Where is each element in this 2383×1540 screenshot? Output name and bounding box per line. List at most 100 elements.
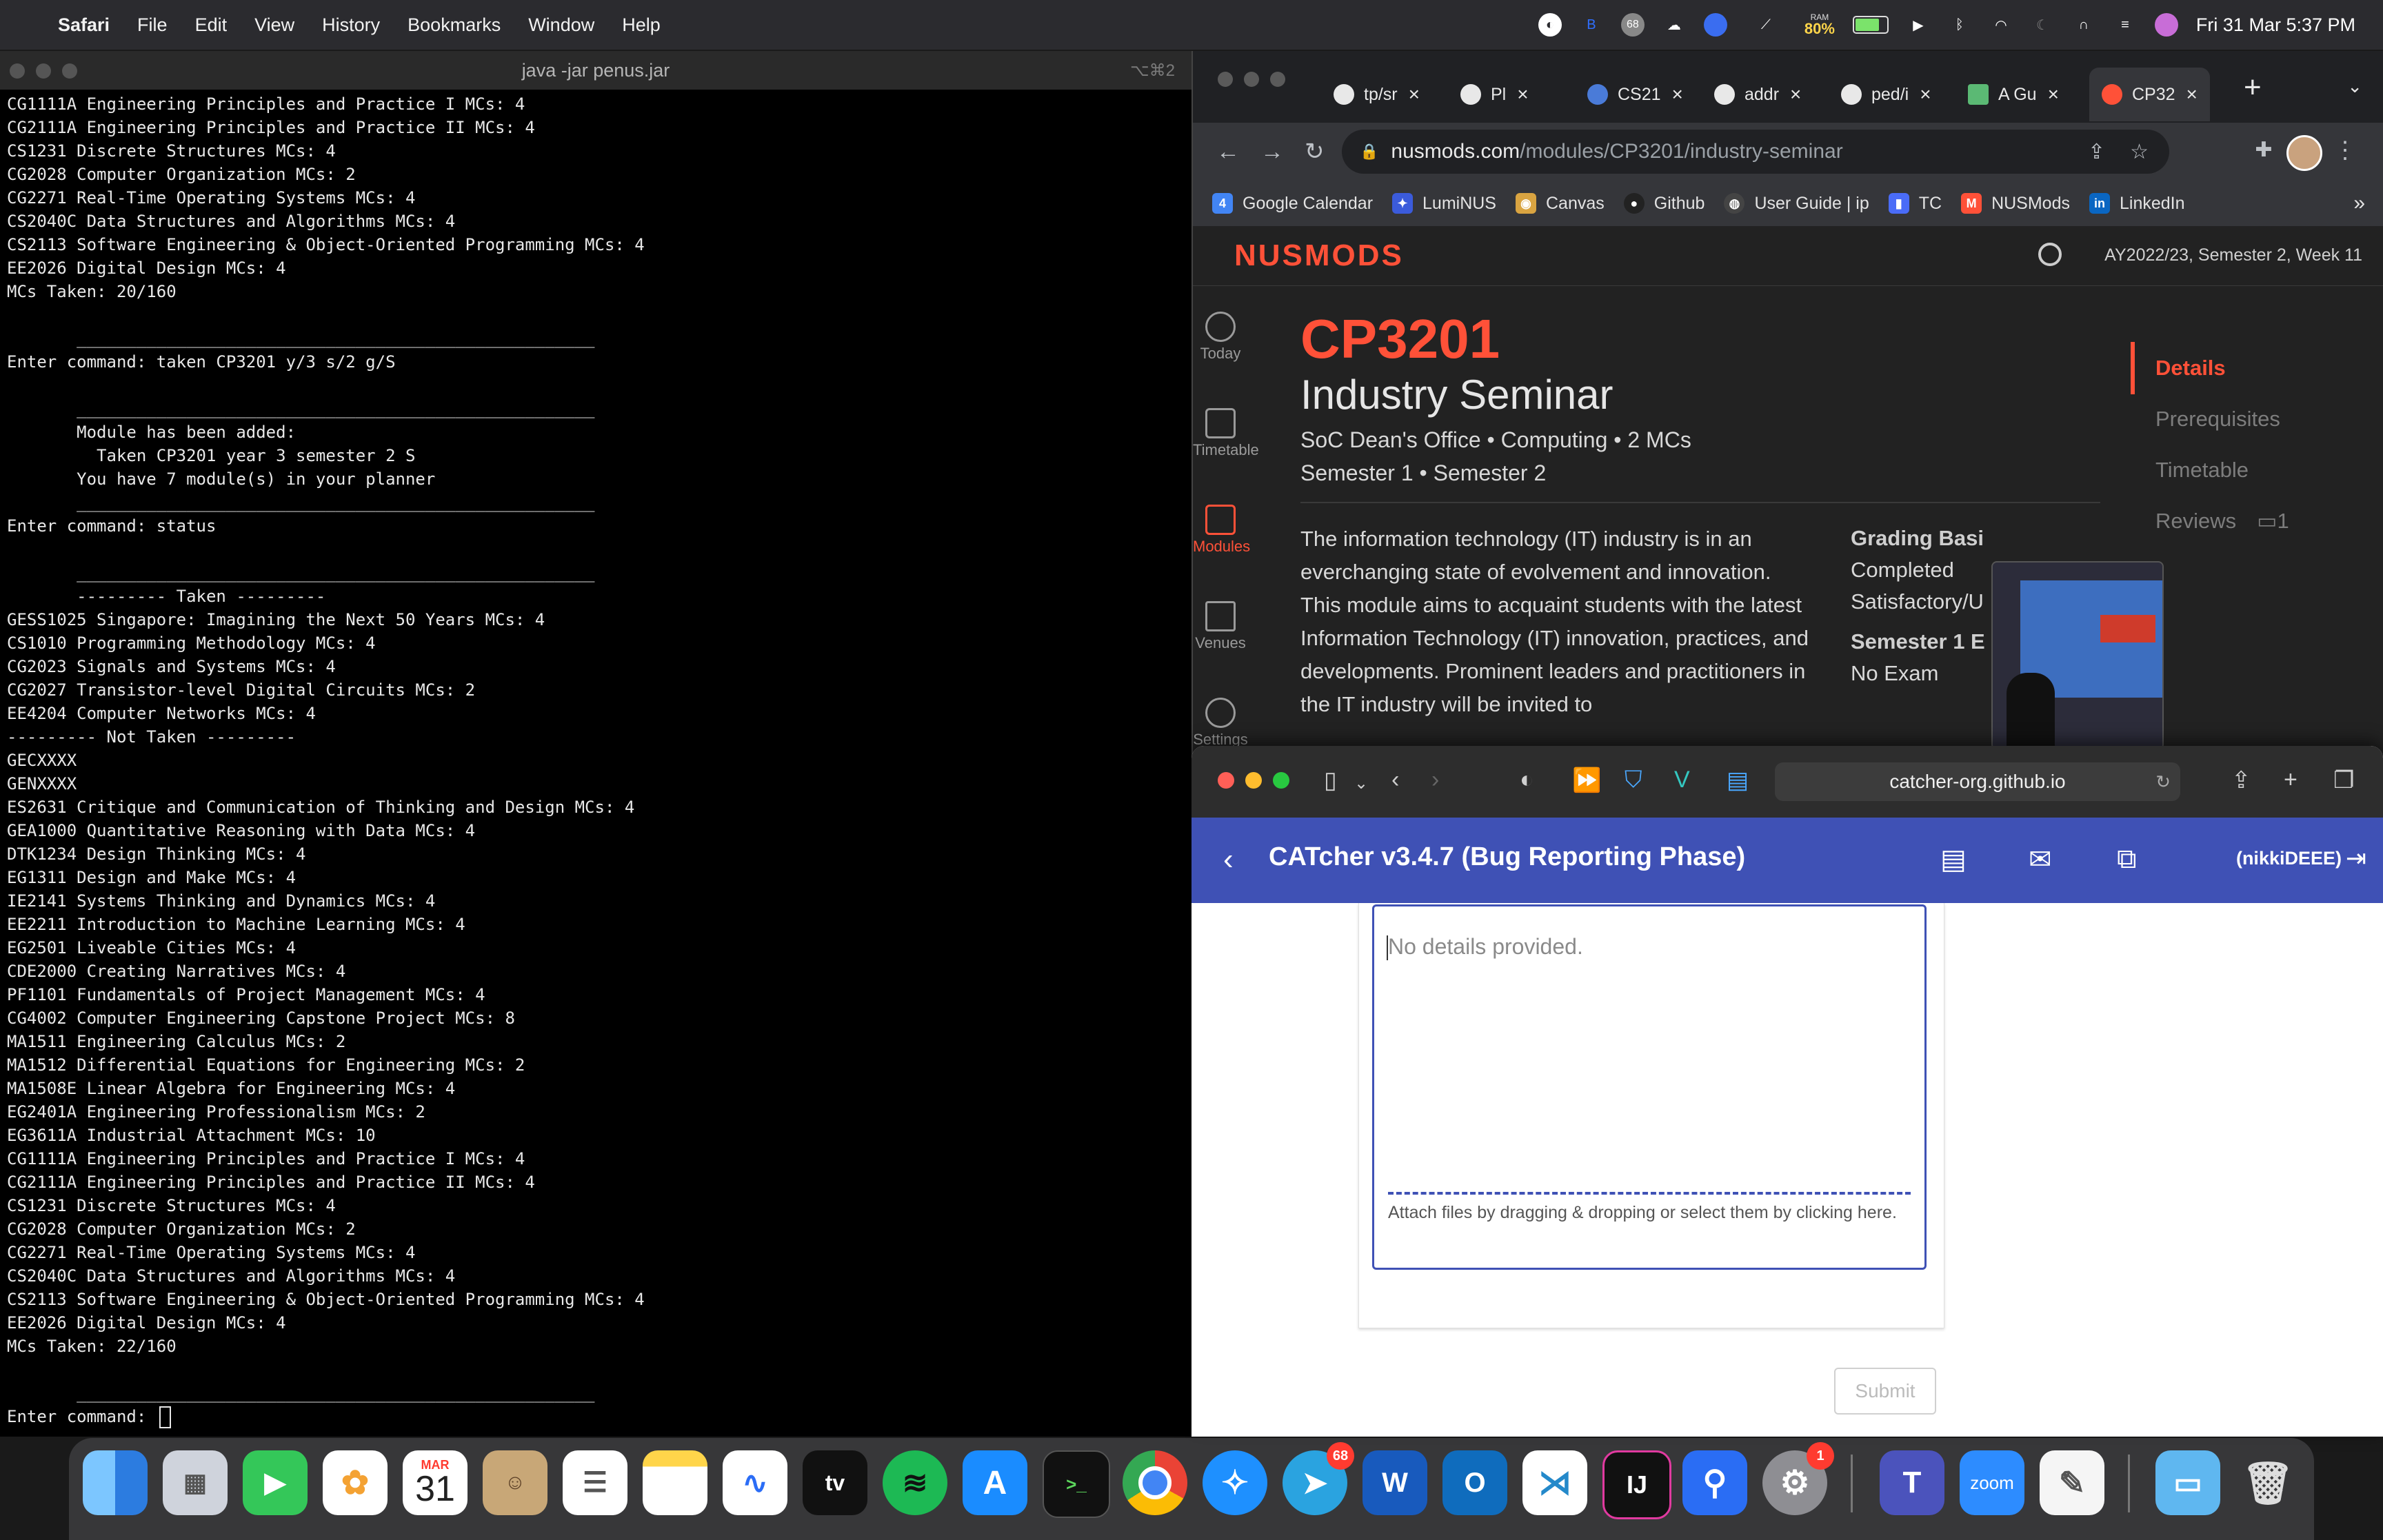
nusmods-logo[interactable]: NUSMODS [1234,239,1404,273]
toc-prerequisites[interactable]: Prerequisites [2155,407,2280,432]
finder-icon[interactable] [83,1450,148,1515]
wifi-icon[interactable]: ◠ [1989,13,2013,37]
toc-details[interactable]: Details [2155,356,2226,381]
photos-icon[interactable]: ✿ [323,1450,388,1515]
bluetooth-app-icon[interactable]: B [1580,13,1603,37]
more-menu-icon[interactable]: ⋮ [2333,136,2357,164]
issue-list-icon[interactable]: ▤ [1940,844,1967,875]
facetime-icon[interactable]: ▶ [243,1450,308,1515]
zoom-button[interactable] [62,63,77,79]
tab-close-icon[interactable]: × [1672,83,1683,105]
picture-in-picture-video[interactable] [1991,561,2164,750]
textedit-icon[interactable]: ✎ [2040,1450,2104,1515]
bookmark-nusmods[interactable]: M NUSMods [1961,193,2070,214]
nav-modules[interactable]: Modules [1193,505,1250,556]
chevron-down-icon[interactable]: ⌄ [1354,773,1368,793]
bookmark-tc[interactable]: ▮ TC [1888,193,1942,214]
focus-moon-icon[interactable]: ☾ [2031,13,2054,37]
word-icon[interactable]: W [1363,1450,1427,1515]
headphones-icon[interactable]: ∩ [2072,13,2095,37]
tab-close-icon[interactable]: × [1517,83,1528,105]
menu-history[interactable]: History [322,14,380,36]
submit-button[interactable]: Submit [1834,1368,1936,1415]
privacy-shield-icon[interactable]: ◐ [1520,767,1534,793]
app-store-icon[interactable]: A [963,1450,1027,1515]
back-chevron-icon[interactable]: ‹ [1223,842,1234,877]
display-icon[interactable]: ◐ [1538,13,1562,37]
tab-close-icon[interactable]: × [1409,83,1420,105]
system-settings-icon[interactable]: ⚙ 1 [1762,1442,1834,1515]
siri-icon[interactable] [2154,13,2178,37]
chrome-app-icon[interactable] [1123,1450,1187,1515]
intellij-icon[interactable]: IJ [1602,1450,1671,1519]
apple-tv-icon[interactable]: tv [803,1450,867,1515]
forward-arrow-icon[interactable]: → [1260,139,1284,165]
control-center-icon[interactable]: ≡ [2113,13,2137,37]
tab-tp[interactable]: tp/sr × [1334,68,1420,121]
safari-minimize-button[interactable] [1245,772,1262,789]
nav-today[interactable]: Today [1193,312,1248,363]
menu-window[interactable]: Window [528,14,594,36]
safari-close-button[interactable] [1218,772,1234,789]
tab-close-icon[interactable]: × [1790,83,1801,105]
share-icon[interactable]: ⇪ [2088,140,2105,164]
vpn-icon[interactable] [1703,13,1727,37]
terminal-output[interactable]: CG1111A Engineering Principles and Pract… [0,90,1192,1431]
menu-edit[interactable]: Edit [195,14,228,36]
chrome-minimize-button[interactable] [1244,72,1259,87]
tab-search-chevron-icon[interactable]: ⌄ [2347,76,2362,97]
extensions-puzzle-icon[interactable]: ✚ [2255,138,2272,162]
search-icon[interactable] [2038,243,2062,266]
tab-cp3201[interactable]: CP32 × [2089,68,2210,121]
tab-guide[interactable]: A Gu × [1968,68,2059,121]
contacts-icon[interactable]: ☺ [483,1450,547,1515]
safari-new-tab-icon[interactable]: + [2284,767,2297,793]
freeform-icon[interactable]: ∿ [723,1450,787,1515]
chrome-zoom-button[interactable] [1270,72,1285,87]
safari-share-icon[interactable]: ⇪ [2231,767,2251,794]
nav-timetable[interactable]: Timetable [1193,408,1259,459]
cloud-icon[interactable]: ☁ [1662,13,1686,37]
calendar-app-icon[interactable]: MAR 31 [403,1450,467,1515]
menu-file[interactable]: File [137,14,168,36]
trash-icon[interactable]: 🗑 [2235,1450,2300,1515]
tab-cs21[interactable]: CS21 × [1587,68,1683,121]
menu-bookmarks[interactable]: Bookmarks [408,14,501,36]
play-icon[interactable]: ▶ [1907,13,1930,37]
menu-view[interactable]: View [254,14,294,36]
sidebar-icon[interactable]: ▯ [1324,767,1337,794]
module-meta[interactable]: SoC Dean's Office • Computing • 2 MCs [1300,427,1691,453]
downloads-folder-icon[interactable]: ▭ [2155,1450,2220,1515]
back-chevron-icon[interactable]: ‹ [1391,767,1399,793]
vscode-icon[interactable]: ⋊ [1522,1450,1587,1515]
battery-icon[interactable] [1852,16,1889,34]
tab-close-icon[interactable]: × [2048,83,2059,105]
profile-avatar[interactable] [2286,135,2322,171]
zoom-icon[interactable]: zoom [1960,1450,2024,1515]
bookmark-luminus[interactable]: ✦ LumiNUS [1392,193,1496,214]
bookmark-google-calendar[interactable]: 4 Google Calendar [1212,193,1373,214]
datetime[interactable]: Fri 31 Mar 5:37 PM [2196,14,2355,36]
notes-icon[interactable] [643,1450,707,1515]
reminders-icon[interactable]: ☰ [563,1450,627,1515]
notification-badge-icon[interactable]: 68 [1620,13,1645,37]
nav-venues[interactable]: Venues [1193,601,1248,652]
terminal-titlebar[interactable]: java -jar penus.jar ⌥⌘2 [0,51,1192,90]
safari-address-bar[interactable]: catcher-org.github.io ↻ [1775,762,2180,801]
ram-monitor[interactable]: RAM 80% [1804,13,1835,37]
back-arrow-icon[interactable]: ← [1216,139,1240,165]
nav-settings[interactable]: Settings [1193,698,1248,749]
chrome-close-button[interactable] [1218,72,1233,87]
extension-icon[interactable]: ⏩ [1572,767,1601,794]
minimize-button[interactable] [36,63,51,79]
mail-icon[interactable]: ✉ [2029,844,2052,875]
spotify-icon[interactable]: ≋ [883,1450,947,1515]
tab-close-icon[interactable]: × [1920,83,1931,105]
tab-pl[interactable]: Pl × [1460,68,1529,121]
document-extension-icon[interactable]: ▤ [1727,767,1749,794]
menu-app-name[interactable]: Safari [58,14,110,36]
telegram-icon[interactable]: ➤ 68 [1283,1442,1354,1515]
address-bar[interactable]: 🔒 nusmods.com/modules/CP3201/industry-se… [1342,130,2169,174]
open-external-icon[interactable]: ⧉ [2117,844,2137,875]
menu-help[interactable]: Help [622,14,661,36]
